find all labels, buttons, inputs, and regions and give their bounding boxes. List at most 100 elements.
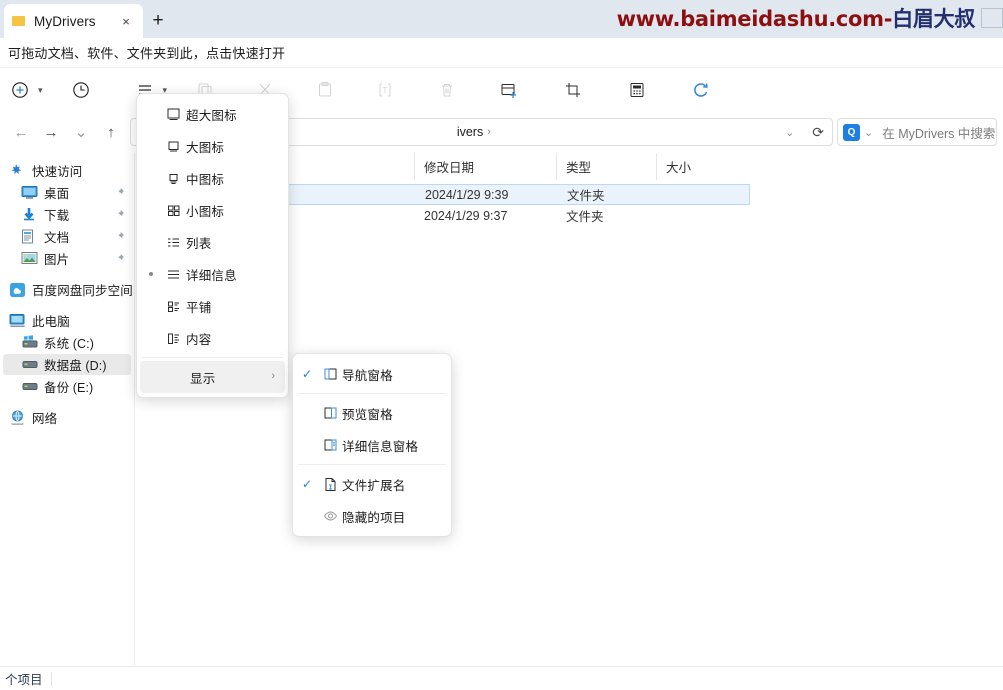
sidebar-item-pictures[interactable]: 图片 [3, 248, 131, 269]
sidebar-item-label: 桌面 [44, 187, 70, 201]
item-count-label: 个项目 [5, 673, 43, 687]
sidebar-item-label: 此电脑 [32, 315, 70, 329]
close-icon[interactable]: × [117, 12, 135, 30]
menu-separator [142, 357, 283, 358]
pin-icon[interactable] [114, 252, 124, 264]
sidebar-item-label: 备份 (E:) [44, 381, 94, 395]
menu-item-label: 平铺 [186, 300, 212, 315]
tab-mydrivers[interactable]: MyDrivers × [4, 4, 143, 38]
menu-item-label: 列表 [186, 236, 212, 251]
screenshot-button[interactable] [557, 74, 589, 106]
chevron-down-icon[interactable]: ⌄ [860, 126, 877, 139]
windows-drive-icon [21, 334, 39, 351]
check-icon: ✓ [301, 477, 313, 491]
submenu-item-file-extensions[interactable]: ✓ 文件扩展名 [296, 468, 448, 500]
list-icon [160, 233, 186, 251]
sidebar-item-desktop[interactable]: 桌面 [3, 182, 131, 203]
menu-item-large-icons[interactable]: 大图标 [140, 130, 285, 162]
sidebar-item-baidu-netdisk[interactable]: 百度网盘同步空间 [3, 279, 133, 300]
chevron-right-icon: › [271, 370, 275, 382]
star-pin-icon [9, 163, 27, 179]
menu-item-list[interactable]: 列表 [140, 226, 285, 258]
submenu-item-navigation-pane[interactable]: ✓ 导航窗格 [296, 358, 448, 390]
watermark: www.baimeidashu.com-白眉大叔 [616, 3, 976, 33]
selected-bullet-icon [149, 272, 153, 276]
submenu-item-label: 隐藏的项目 [342, 510, 406, 525]
search-box[interactable]: Q ⌄ 在 MyDrivers 中搜索 [837, 118, 997, 146]
column-type[interactable]: 类型 [556, 153, 656, 180]
large-icons-icon [160, 137, 186, 155]
menu-item-extra-large-icons[interactable]: 超大图标 [140, 98, 285, 130]
submenu-separator [298, 393, 446, 394]
sidebar-item-this-pc[interactable]: 此电脑 [3, 310, 131, 331]
menu-item-small-icons[interactable]: 小图标 [140, 194, 285, 226]
submenu-item-label: 详细信息窗格 [342, 439, 419, 454]
hidden-items-icon [318, 509, 342, 523]
pin-icon[interactable] [114, 230, 124, 242]
up-button[interactable]: ↑ [96, 117, 126, 147]
menu-item-tiles[interactable]: 平铺 [140, 290, 285, 322]
sidebar-item-drive-c[interactable]: 系统 (C:) [3, 332, 131, 353]
history-button[interactable] [65, 74, 97, 106]
sidebar-item-label: 数据盘 (D:) [44, 359, 107, 373]
menu-item-label: 中图标 [186, 172, 225, 187]
paste-button [309, 74, 341, 106]
submenu-item-details-pane[interactable]: 详细信息窗格 [296, 429, 448, 461]
sidebar-item-drive-d[interactable]: 数据盘 (D:) [3, 354, 131, 375]
desktop-icon [21, 185, 39, 201]
download-icon [21, 207, 39, 223]
picture-icon [21, 251, 39, 267]
submenu-item-hidden-items[interactable]: 隐藏的项目 [296, 500, 448, 532]
refresh-button[interactable] [685, 74, 717, 106]
file-extension-icon [318, 477, 342, 492]
sidebar-item-documents[interactable]: 文档 [3, 226, 131, 247]
refresh-icon[interactable]: ⟳ [808, 124, 828, 141]
chevron-down-icon[interactable]: ⌄ [781, 126, 798, 139]
breadcrumb-separator[interactable]: › [483, 126, 495, 138]
drag-hint-bar[interactable]: 可拖动文档、软件、文件夹到此，点击快速打开 [0, 38, 1003, 68]
watermark-url: www.baimeidashu.com- [616, 7, 893, 31]
submenu-item-preview-pane[interactable]: 预览窗格 [296, 397, 448, 429]
pin-icon[interactable] [114, 186, 124, 198]
sidebar-item-label: 百度网盘同步空间 [32, 284, 133, 298]
sidebar-item-label: 图片 [44, 253, 70, 267]
small-icons-icon [160, 201, 186, 219]
menu-item-label: 小图标 [186, 204, 225, 219]
minimize-icon[interactable] [981, 8, 1003, 28]
sidebar-item-label: 网络 [32, 412, 58, 426]
check-icon: ✓ [301, 367, 313, 381]
menu-item-label: 显示 [190, 371, 216, 386]
tab-title: MyDrivers [34, 13, 96, 29]
status-bar: 个项目 [0, 666, 1003, 690]
breadcrumb[interactable]: ivers [457, 125, 483, 139]
date-modified-cell: 2024/1/29 9:37 [424, 208, 508, 223]
back-button[interactable]: ← [6, 117, 36, 147]
drive-icon [21, 379, 39, 395]
sidebar-item-network[interactable]: 网络 [3, 407, 131, 428]
watermark-cn: 白眉大叔 [892, 7, 975, 31]
sidebar-item-drive-e[interactable]: 备份 (E:) [3, 376, 131, 397]
details-icon [160, 265, 186, 283]
pin-icon[interactable] [114, 208, 124, 220]
sidebar-item-label: 文档 [44, 231, 70, 245]
column-size[interactable]: 大小 [656, 153, 741, 180]
menu-item-details[interactable]: 详细信息 [140, 258, 285, 290]
new-folder-button[interactable] [493, 74, 525, 106]
new-tab-button[interactable]: + [143, 6, 173, 36]
new-item-button[interactable] [4, 74, 36, 106]
sidebar-item-quick-access[interactable]: 快速访问 [3, 160, 131, 181]
submenu-item-label: 导航窗格 [342, 368, 393, 383]
menu-item-content[interactable]: 内容 [140, 322, 285, 354]
document-icon [21, 229, 39, 245]
menu-item-medium-icons[interactable]: 中图标 [140, 162, 285, 194]
calculator-button[interactable] [621, 74, 653, 106]
column-date-modified[interactable]: 修改日期 [414, 153, 556, 180]
submenu-separator [298, 464, 446, 465]
recent-locations-button[interactable]: ⌄ [66, 117, 96, 147]
chevron-down-icon[interactable]: ▾ [38, 85, 43, 96]
sidebar-item-downloads[interactable]: 下载 [3, 204, 131, 225]
menu-item-show[interactable]: 显示 › [140, 361, 285, 393]
tab-strip: MyDrivers × + www.baimeidashu.com-白眉大叔 [0, 0, 1003, 38]
search-input[interactable]: 在 MyDrivers 中搜索 [882, 123, 995, 142]
forward-button[interactable]: → [36, 117, 66, 147]
